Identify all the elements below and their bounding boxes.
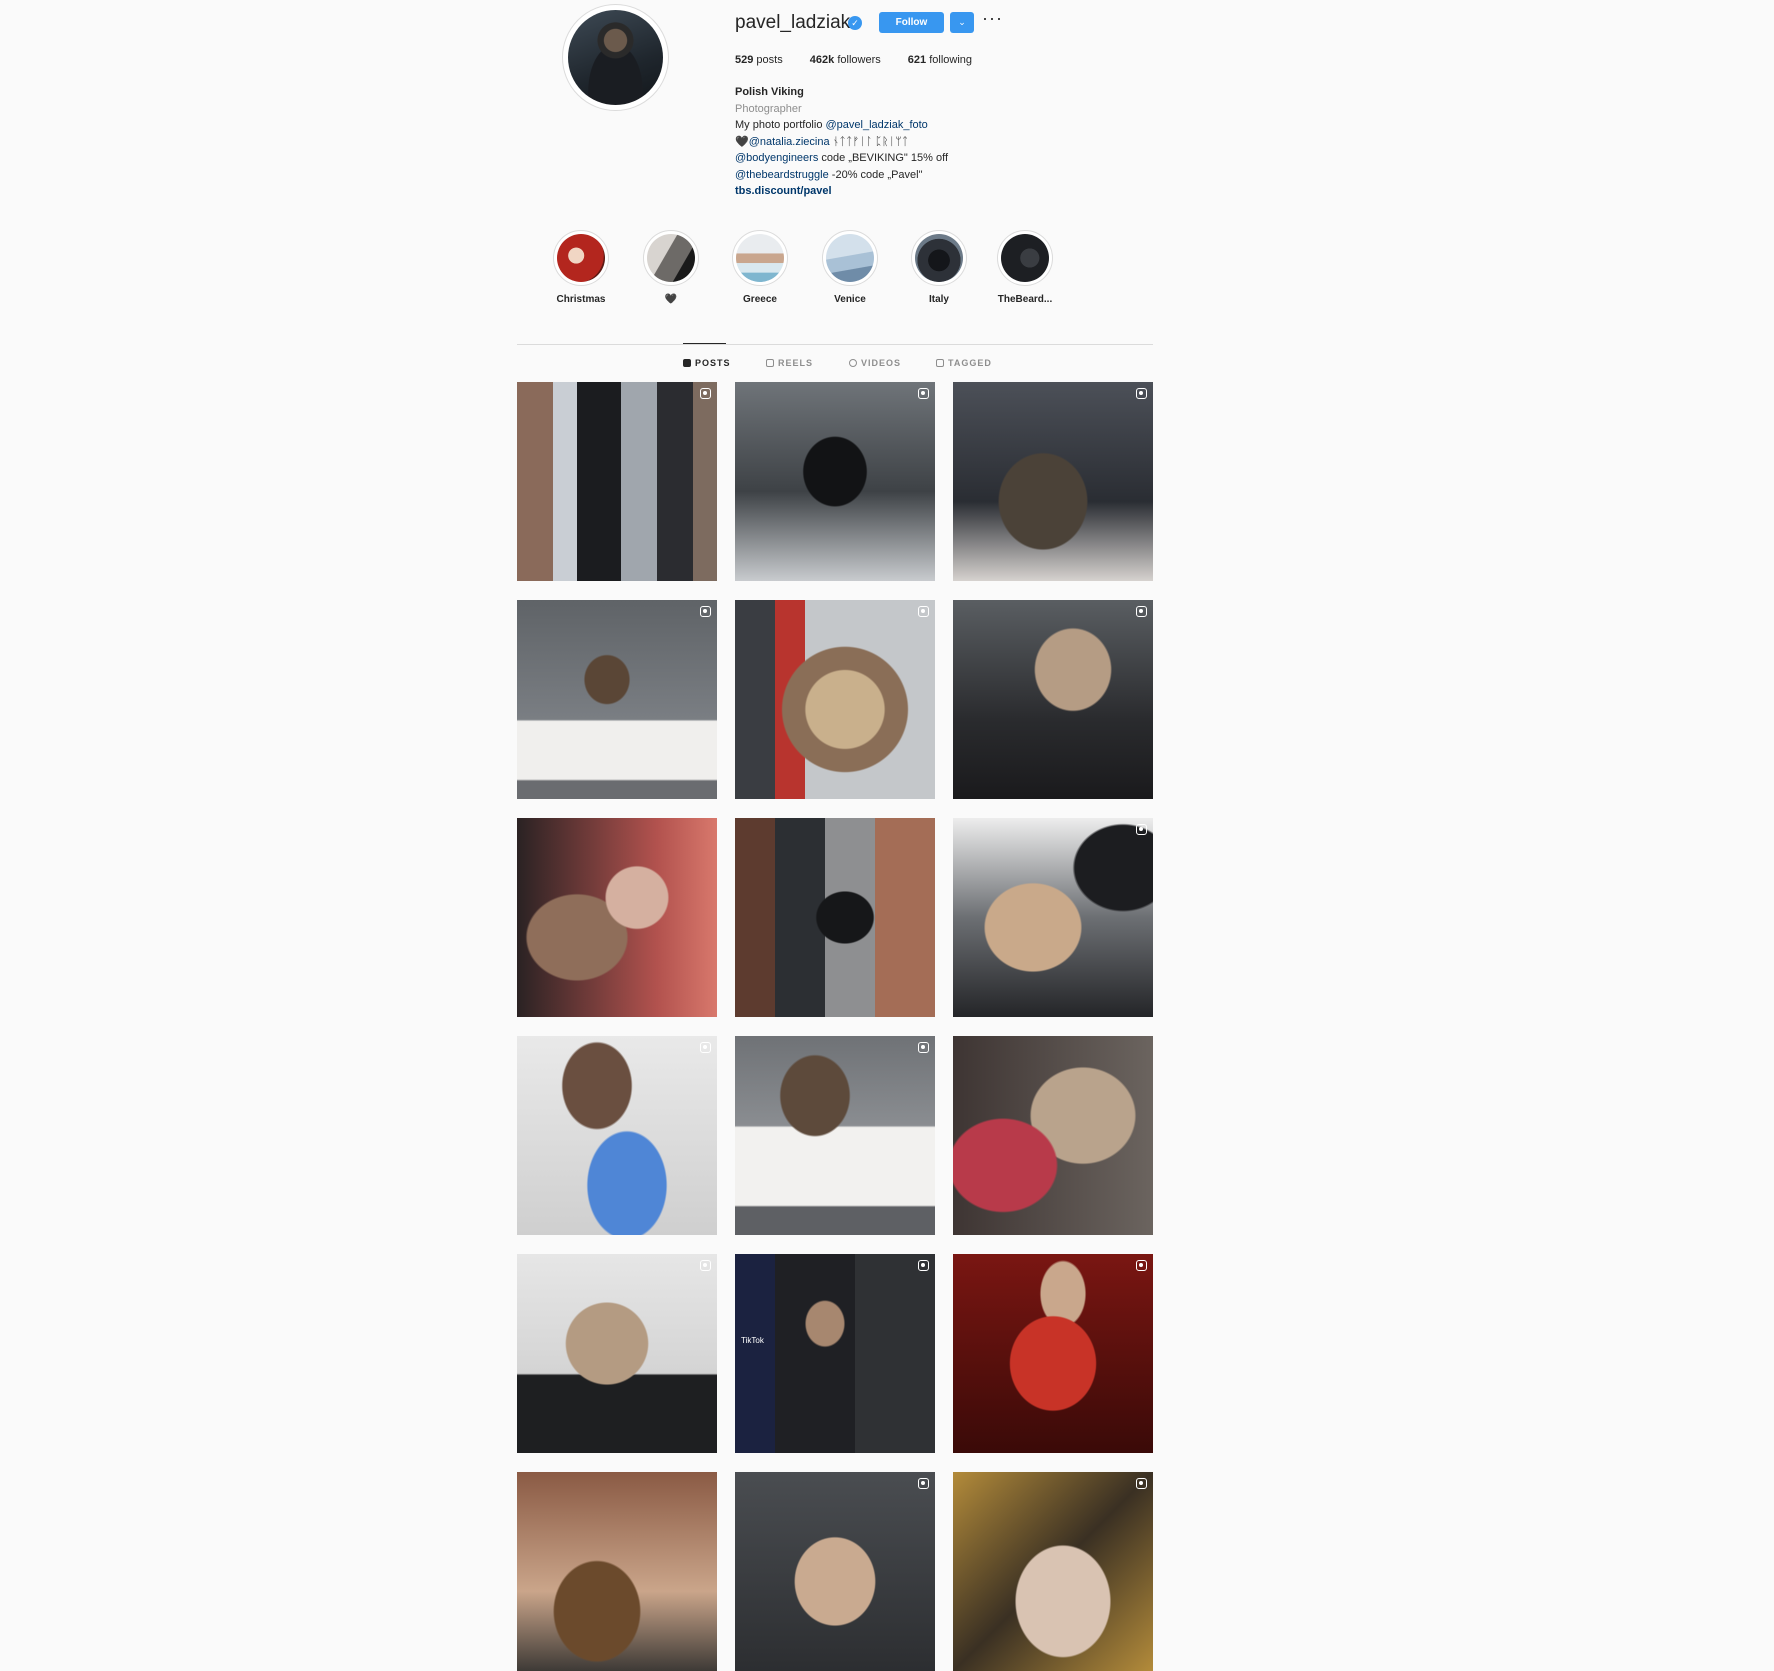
reel-icon — [1136, 606, 1147, 617]
reel-icon — [700, 388, 711, 399]
reels-icon — [766, 359, 774, 367]
highlight-cover — [736, 234, 784, 282]
tab-tagged[interactable]: TAGGED — [936, 358, 992, 368]
more-options-icon[interactable]: ··· — [982, 8, 1003, 29]
post-thumbnail[interactable] — [517, 1254, 717, 1453]
reel-icon — [1136, 824, 1147, 835]
profile-page: pavel_ladziak ✓ Follow ⌄ ··· 529 posts 4… — [517, 0, 1153, 1671]
reel-icon — [918, 1042, 929, 1053]
suggested-accounts-button[interactable]: ⌄ — [950, 12, 974, 33]
follow-button[interactable]: Follow — [879, 12, 944, 33]
grid-icon — [683, 359, 691, 367]
highlight-item[interactable]: Greece — [725, 230, 795, 305]
highlight-item[interactable]: TheBeard... — [990, 230, 1060, 305]
post-thumbnail[interactable] — [735, 818, 935, 1017]
bio-line-3: @bodyengineers code „BEVIKING" 15% off — [735, 152, 948, 164]
mention-link[interactable]: @natalia.ziecina — [749, 136, 830, 148]
bio-line-1: My photo portfolio @pavel_ladziak_foto — [735, 119, 928, 131]
avatar-image — [568, 10, 663, 105]
heart-icon: 🖤 — [735, 135, 749, 148]
post-thumbnail[interactable] — [517, 1472, 717, 1671]
highlight-label: 🖤 — [664, 294, 678, 305]
highlight-label: Venice — [834, 294, 866, 305]
tiktok-watermark: TikTok — [741, 1336, 764, 1345]
post-thumbnail[interactable] — [735, 1036, 935, 1235]
tab-posts[interactable]: POSTS — [683, 358, 731, 368]
highlight-cover — [915, 234, 963, 282]
active-tab-indicator — [683, 343, 726, 344]
post-thumbnail[interactable] — [517, 382, 717, 581]
verified-badge-icon: ✓ — [848, 16, 862, 30]
highlight-cover — [557, 234, 605, 282]
video-icon — [849, 359, 857, 367]
post-thumbnail[interactable] — [953, 1472, 1153, 1671]
post-thumbnail[interactable] — [735, 1472, 935, 1671]
post-thumbnail[interactable] — [953, 1254, 1153, 1453]
mention-link[interactable]: @thebeardstruggle — [735, 169, 829, 181]
highlight-label: TheBeard... — [997, 294, 1053, 305]
post-thumbnail[interactable] — [517, 818, 717, 1017]
post-thumbnail[interactable] — [735, 382, 935, 581]
tagged-icon — [936, 359, 944, 367]
highlight-item[interactable]: Christmas — [546, 230, 616, 305]
reel-icon — [1136, 1478, 1147, 1489]
tab-videos[interactable]: VIDEOS — [849, 358, 901, 368]
mention-link[interactable]: @pavel_ladziak_foto — [826, 119, 928, 131]
highlight-label: Italy — [928, 294, 949, 305]
posts-count: 529 posts — [735, 54, 783, 66]
post-thumbnail[interactable] — [953, 818, 1153, 1017]
profile-tabs: POSTS REELS VIDEOS TAGGED — [517, 358, 1153, 372]
highlight-cover — [647, 234, 695, 282]
post-thumbnail[interactable] — [517, 600, 717, 799]
carousel-icon — [700, 606, 711, 617]
post-thumbnail[interactable] — [735, 600, 935, 799]
post-thumbnail[interactable] — [953, 382, 1153, 581]
following-link[interactable]: 621 following — [908, 54, 972, 66]
profile-bio: Polish Viking Photographer My photo port… — [735, 84, 1065, 200]
highlight-cover — [826, 234, 874, 282]
reel-icon — [918, 606, 929, 617]
reel-icon — [918, 1260, 929, 1271]
reel-icon — [700, 1260, 711, 1271]
highlight-label: Christmas — [556, 294, 606, 305]
story-highlights: Christmas 🖤 Greece Venice Italy TheBeard… — [546, 230, 1086, 310]
tab-reels[interactable]: REELS — [766, 358, 813, 368]
post-thumbnail[interactable] — [953, 600, 1153, 799]
tabs-divider — [517, 344, 1153, 345]
followers-link[interactable]: 462k followers — [810, 54, 881, 66]
mention-link[interactable]: @bodyengineers — [735, 152, 818, 164]
chevron-down-icon: ⌄ — [958, 17, 966, 27]
reel-icon — [1136, 388, 1147, 399]
highlight-cover — [1001, 234, 1049, 282]
highlight-item[interactable]: Venice — [815, 230, 885, 305]
category-label: Photographer — [735, 102, 802, 115]
highlight-item[interactable]: 🖤 — [636, 230, 706, 305]
website-link[interactable]: tbs.discount/pavel — [735, 183, 1065, 200]
reel-icon — [918, 388, 929, 399]
reel-icon — [700, 1042, 711, 1053]
bio-line-2: 🖤@natalia.ziecina ᚾᛏᛏᚠᛁᛚ ᛈᚱᛁᛘᛏ — [735, 135, 909, 148]
post-thumbnail[interactable] — [517, 1036, 717, 1235]
post-thumbnail[interactable]: TikTok — [735, 1254, 935, 1453]
profile-stats: 529 posts 462k followers 621 following — [735, 54, 996, 66]
post-thumbnail[interactable] — [953, 1036, 1153, 1235]
profile-avatar[interactable] — [562, 4, 669, 111]
username: pavel_ladziak — [735, 12, 851, 33]
highlight-label: Greece — [743, 294, 777, 305]
highlight-item[interactable]: Italy — [904, 230, 974, 305]
reel-icon — [1136, 1260, 1147, 1271]
bio-line-4: @thebeardstruggle -20% code „Pavel" — [735, 168, 923, 181]
full-name: Polish Viking — [735, 86, 804, 98]
reel-icon — [918, 1478, 929, 1489]
